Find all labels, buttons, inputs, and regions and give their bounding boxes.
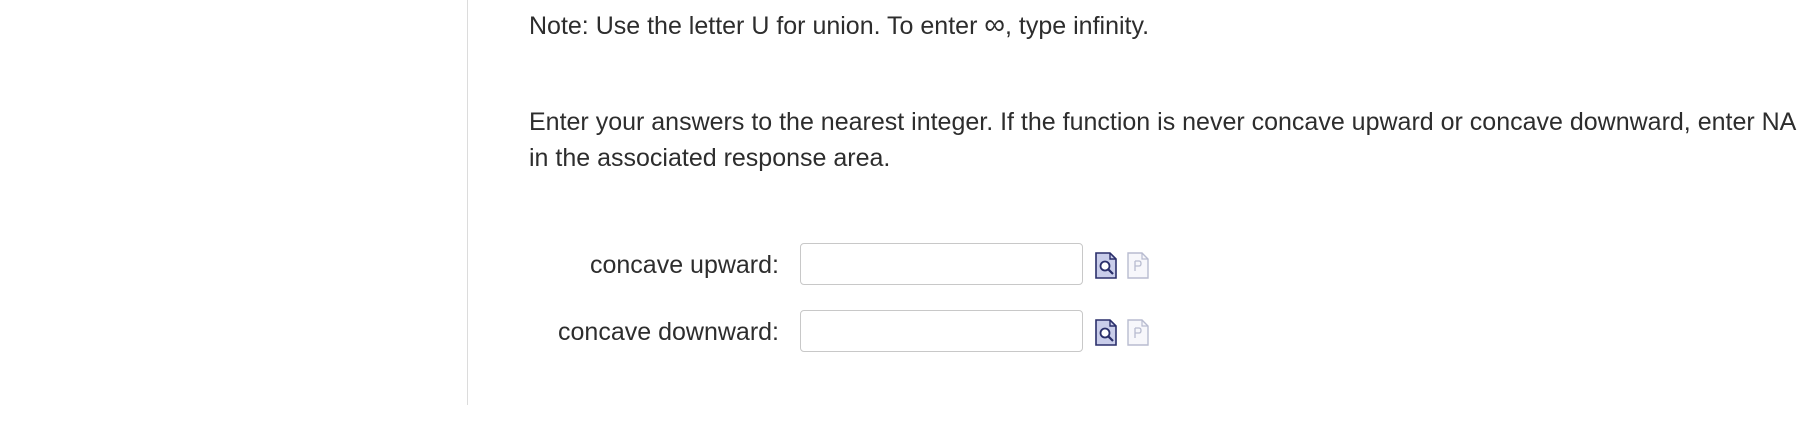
note-prefix: Note: Use the letter U for union. To ent…	[529, 12, 985, 40]
answer-row-concave-upward: concave upward:	[529, 243, 1229, 287]
instructions-text: Enter your answers to the nearest intege…	[529, 108, 1795, 172]
concave-upward-input[interactable]	[800, 243, 1083, 285]
page: Note: Use the letter U for union. To ent…	[0, 0, 1807, 441]
infinity-symbol: ∞	[984, 9, 1006, 41]
note-text: Note: Use the letter U for union. To ent…	[529, 8, 1149, 43]
answer-row-concave-downward: concave downward:	[529, 310, 1229, 354]
answer-label-wrap: concave upward:	[329, 243, 779, 287]
feedback-page-icon	[1127, 319, 1149, 346]
note-suffix: , type infinity.	[1005, 12, 1150, 40]
preview-magnifier-icon[interactable]	[1095, 252, 1117, 279]
feedback-page-icon	[1127, 252, 1149, 279]
concave-downward-label: concave downward:	[558, 318, 779, 346]
concave-upward-label: concave upward:	[589, 251, 779, 279]
preview-magnifier-icon[interactable]	[1095, 319, 1117, 346]
concave-downward-input[interactable]	[800, 310, 1083, 352]
answer-label-wrap: concave downward:	[329, 310, 779, 354]
